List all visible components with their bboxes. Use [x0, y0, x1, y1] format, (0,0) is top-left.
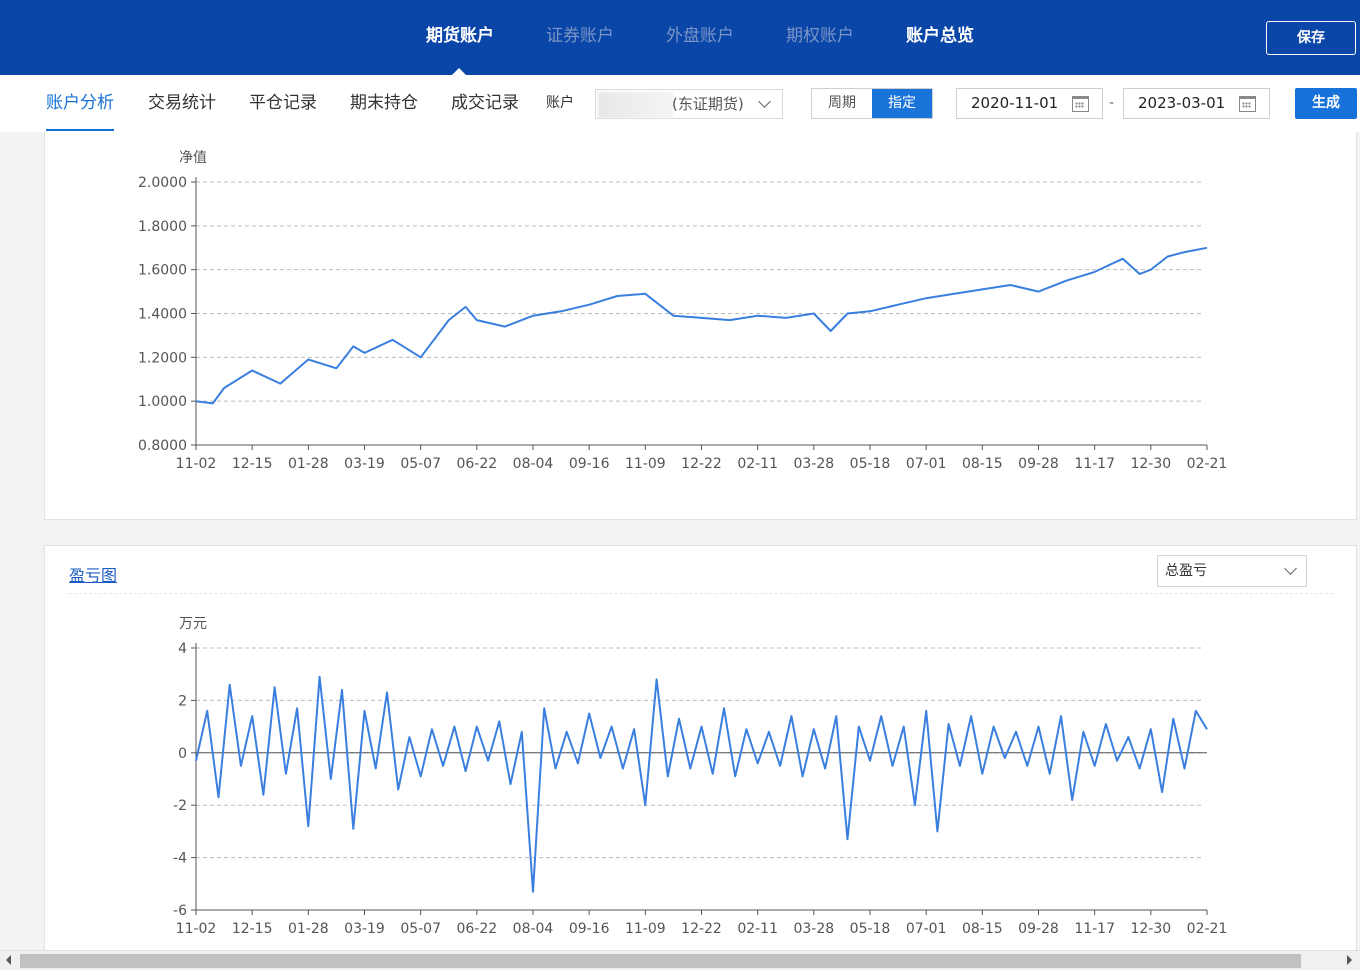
nav-x-tick-label: 02-21	[1187, 456, 1228, 472]
pnl-x-tick-label: 08-15	[962, 921, 1003, 937]
chevron-down-icon	[758, 95, 771, 108]
pnl-y-tick-label: 0	[178, 746, 187, 762]
nav-x-tick-label: 11-09	[625, 456, 666, 472]
period-toggle: 周期 指定	[811, 88, 933, 119]
date-separator: -	[1109, 95, 1115, 111]
nav-y-tick-label: 1.6000	[138, 263, 187, 279]
pnl-x-tick-label: 03-19	[344, 921, 385, 937]
period-option-cycle[interactable]: 周期	[812, 89, 872, 118]
end-date-value: 2023-03-01	[1138, 94, 1226, 112]
nav-x-tick-label: 06-22	[456, 456, 497, 472]
horizontal-scrollbar[interactable]	[0, 950, 1360, 970]
end-date-input[interactable]: 2023-03-01	[1123, 88, 1270, 119]
pnl-x-tick-label: 11-17	[1074, 921, 1115, 937]
period-option-custom[interactable]: 指定	[872, 89, 932, 118]
pnl-x-tick-label: 12-22	[681, 921, 722, 937]
pnl-x-tick-label: 11-09	[625, 921, 666, 937]
nav-x-tick-label: 11-17	[1074, 456, 1115, 472]
pnl-line-chart: 万元 -6 -4 -2 0 2 4 11-02 12-15 01-28 03-19 05-07 06-2…	[173, 616, 1228, 937]
scroll-right-arrow-icon[interactable]	[1347, 955, 1352, 965]
account-name-redacted	[598, 92, 674, 118]
pnl-x-tick-label: 08-04	[513, 921, 554, 937]
pnl-y-tick-label: -6	[173, 903, 187, 919]
pnl-x-tick-label: 02-21	[1187, 921, 1228, 937]
pnl-x-tick-label: 06-22	[456, 921, 497, 937]
tab-options-account[interactable]: 期权账户	[760, 0, 880, 75]
pnl-x-tick-label: 03-28	[793, 921, 834, 937]
subtab-trade-stats[interactable]: 交易统计	[148, 75, 216, 131]
nav-x-tick-label: 09-16	[569, 456, 610, 472]
account-select[interactable]: (东证期货)	[595, 89, 783, 119]
start-date-input[interactable]: 2020-11-01	[956, 88, 1103, 119]
nav-x-tick-label: 11-02	[176, 456, 217, 472]
pnl-x-tick-label: 05-07	[400, 921, 441, 937]
nav-y-tick-label: 2.0000	[138, 175, 187, 191]
pnl-x-tick-label: 07-01	[906, 921, 947, 937]
top-nav-bar: 期货账户 证券账户 外盘账户 期权账户 账户总览 保存	[0, 0, 1360, 75]
pnl-series-line	[195, 675, 1208, 893]
pnl-y-tick-label: -2	[173, 798, 187, 814]
nav-x-tick-label: 08-04	[513, 456, 554, 472]
pnl-x-tick-label: 09-16	[569, 921, 610, 937]
nav-x-tick-label: 12-22	[681, 456, 722, 472]
nav-y-axis-label: 净值	[179, 150, 207, 166]
nav-x-tick-label: 03-28	[793, 456, 834, 472]
calendar-icon[interactable]	[1072, 96, 1089, 112]
subtab-end-positions[interactable]: 期末持仓	[350, 75, 418, 131]
pnl-x-tick-label: 09-28	[1018, 921, 1059, 937]
top-nav-tabs: 期货账户 证券账户 外盘账户 期权账户 账户总览	[400, 0, 1000, 75]
pnl-x-tick-label: 02-11	[737, 921, 778, 937]
account-label: 账户	[546, 95, 574, 111]
nav-x-tick-label: 08-15	[962, 456, 1003, 472]
nav-y-tick-label: 1.8000	[138, 219, 187, 235]
pnl-chart-panel: 盈亏图 总盈亏 万元 -6 -4 -2 0 2 4 11-02 12-15 01-28 03-19 0…	[44, 545, 1357, 970]
generate-button[interactable]: 生成	[1295, 88, 1357, 119]
nav-series-line	[195, 246, 1208, 405]
tab-overseas-account[interactable]: 外盘账户	[640, 0, 760, 75]
nav-x-tick-label: 12-30	[1130, 456, 1171, 472]
nav-y-tick-label: 1.0000	[138, 394, 187, 410]
nav-x-tick-label: 05-07	[400, 456, 441, 472]
scrollbar-thumb[interactable]	[20, 954, 1301, 968]
nav-y-tick-label: 1.4000	[138, 307, 187, 323]
tab-futures-account[interactable]: 期货账户	[400, 0, 520, 75]
scroll-left-arrow-icon[interactable]	[6, 955, 11, 965]
nav-y-tick-label: 0.8000	[138, 438, 187, 454]
pnl-x-tick-label: 01-28	[288, 921, 329, 937]
start-date-value: 2020-11-01	[971, 94, 1059, 112]
tab-account-overview[interactable]: 账户总览	[880, 0, 1000, 75]
subtab-close-records[interactable]: 平仓记录	[249, 75, 317, 131]
pnl-y-axis-label: 万元	[179, 616, 207, 632]
pnl-x-tick-label: 11-02	[176, 921, 217, 937]
save-button[interactable]: 保存	[1266, 21, 1356, 55]
nav-x-tick-label: 12-15	[232, 456, 273, 472]
nav-x-tick-label: 09-28	[1018, 456, 1059, 472]
nav-x-tick-label: 07-01	[906, 456, 947, 472]
pnl-y-tick-label: 4	[178, 641, 187, 657]
nav-y-tick-label: 1.2000	[138, 350, 187, 366]
nav-chart-panel: 净值 0.8000 1.0000 1.2000 1.4000 1.6000 1.8000 2.…	[44, 132, 1357, 520]
pnl-x-tick-label: 05-18	[850, 921, 891, 937]
calendar-icon[interactable]	[1239, 96, 1256, 112]
nav-x-tick-label: 05-18	[850, 456, 891, 472]
pnl-x-tick-label: 12-15	[232, 921, 273, 937]
nav-line-chart: 净值 0.8000 1.0000 1.2000 1.4000 1.6000 1.8000 2.…	[138, 150, 1228, 472]
subtab-trade-records[interactable]: 成交记录	[451, 75, 519, 131]
tab-securities-account[interactable]: 证券账户	[520, 0, 640, 75]
subtab-account-analysis[interactable]: 账户分析	[46, 75, 114, 131]
account-select-value: (东证期货)	[672, 95, 744, 113]
sub-nav-bar: 账户分析 交易统计 平仓记录 期末持仓 成交记录 账户 (东证期货) 周期 指定…	[0, 75, 1360, 132]
nav-x-tick-label: 01-28	[288, 456, 329, 472]
nav-x-tick-label: 02-11	[737, 456, 778, 472]
nav-x-tick-label: 03-19	[344, 456, 385, 472]
pnl-x-tick-label: 12-30	[1130, 921, 1171, 937]
pnl-y-tick-label: 2	[178, 693, 187, 709]
pnl-y-tick-label: -4	[173, 851, 187, 867]
